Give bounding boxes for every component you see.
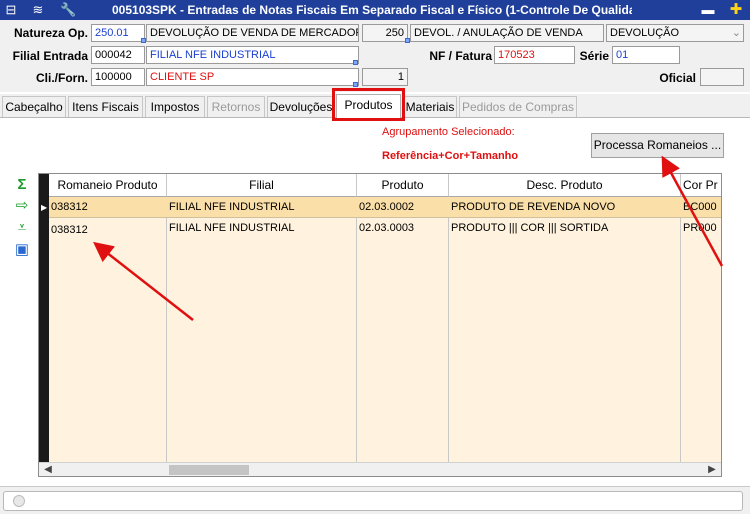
col-header-romaneio[interactable]: Romaneio Produto bbox=[49, 174, 167, 197]
cell-desc-produto: PRODUTO ||| COR ||| SORTIDA bbox=[451, 222, 609, 234]
window-title: 005103SPK - Entradas de Notas Fiscais Em… bbox=[112, 3, 632, 17]
lookup-dot-icon[interactable] bbox=[353, 82, 358, 87]
cell-romaneio: 038312 bbox=[51, 224, 88, 236]
add-icon[interactable]: ✚ bbox=[728, 2, 744, 18]
tab-materiais[interactable]: Materiais bbox=[403, 96, 457, 117]
nf-field[interactable]: 170523 bbox=[494, 46, 575, 64]
cell-desc-produto: PRODUTO DE REVENDA NOVO bbox=[451, 201, 616, 213]
natureza-num-field: 250 bbox=[362, 24, 408, 42]
filial-code-field[interactable]: 000042 bbox=[91, 46, 145, 64]
cell-cor-produto: BC000 bbox=[683, 201, 717, 213]
cell-produto: 02.03.0002 bbox=[359, 201, 415, 213]
lookup-dot-icon[interactable] bbox=[141, 38, 146, 43]
serie-field[interactable]: 01 bbox=[612, 46, 680, 64]
export-icon[interactable]: ⇨ bbox=[13, 197, 31, 215]
lookup-dot-icon[interactable] bbox=[353, 60, 358, 65]
filial-label: Filial Entrada bbox=[12, 49, 88, 63]
table-row[interactable]: 038312 FILIAL NFE INDUSTRIAL 02.03.0002 … bbox=[49, 197, 721, 218]
tab-highlight-box bbox=[332, 88, 405, 121]
status-bar bbox=[0, 486, 750, 514]
cli-num-field: 1 bbox=[362, 68, 408, 86]
status-message-box bbox=[3, 491, 743, 511]
filter-icon[interactable]: ⩡ bbox=[13, 219, 31, 237]
oficial-field[interactable] bbox=[700, 68, 744, 86]
minimize-icon[interactable]: ▬ bbox=[700, 2, 716, 18]
agrupamento-label: Agrupamento Selecionado: bbox=[382, 126, 515, 138]
wrench-icon[interactable]: 🔧 bbox=[60, 2, 76, 18]
agrupamento-value: Referência+Cor+Tamanho bbox=[382, 150, 519, 162]
sum-icon[interactable]: Σ bbox=[13, 176, 31, 194]
tab-pedidos-de-compras: Pedidos de Compras bbox=[459, 96, 577, 117]
filial-name-field[interactable]: FILIAL NFE INDUSTRIAL bbox=[146, 46, 359, 64]
natureza-tipo-select[interactable]: DEVOLUÇÃO ⌄ bbox=[606, 24, 744, 42]
nf-label: NF / Fatura bbox=[429, 49, 492, 63]
processa-romaneios-button[interactable]: Processa Romaneios ... bbox=[591, 133, 724, 158]
natureza-label: Natureza Op. bbox=[13, 26, 88, 40]
scrollbar-thumb[interactable] bbox=[169, 465, 249, 475]
tab-retornos: Retornos bbox=[207, 96, 265, 117]
cell-cor-produto: PR000 bbox=[683, 222, 717, 234]
window-menu-icon[interactable]: ⊟ bbox=[3, 2, 19, 18]
natureza-desc2-field: DEVOL. / ANULAÇÃO DE VENDA bbox=[410, 24, 604, 42]
tab-cabecalho[interactable]: Cabeçalho bbox=[2, 96, 66, 117]
row-indicator-column bbox=[39, 174, 49, 462]
natureza-code-field[interactable]: 250.01 bbox=[91, 24, 145, 42]
cli-name-field[interactable]: CLIENTE SP bbox=[146, 68, 359, 86]
tab-devolucoes[interactable]: Devoluções bbox=[267, 96, 335, 117]
scroll-right-icon[interactable]: ▶ bbox=[705, 463, 719, 476]
header-form: Natureza Op. 250.01 DEVOLUÇÃO DE VENDA D… bbox=[0, 20, 750, 92]
title-bar: ⊟ ≋ 🔧 005103SPK - Entradas de Notas Fisc… bbox=[0, 0, 750, 20]
serie-label: Série bbox=[579, 49, 609, 63]
tab-impostos[interactable]: Impostos bbox=[145, 96, 205, 117]
current-row-icon: ▶ bbox=[41, 203, 48, 212]
chevron-down-icon[interactable]: ⌄ bbox=[732, 25, 741, 41]
horizontal-scrollbar[interactable]: ◀ ▶ bbox=[39, 462, 721, 476]
status-indicator-icon bbox=[13, 495, 25, 507]
tab-itens-fiscais[interactable]: Itens Fiscais bbox=[68, 96, 143, 117]
col-header-cor-produto[interactable]: Cor Pr bbox=[681, 174, 721, 197]
cell-filial: FILIAL NFE INDUSTRIAL bbox=[169, 201, 295, 213]
table-row[interactable]: 038312 FILIAL NFE INDUSTRIAL 02.03.0003 … bbox=[49, 218, 721, 239]
col-header-desc-produto[interactable]: Desc. Produto bbox=[449, 174, 681, 197]
cell-romaneio: 038312 bbox=[51, 201, 88, 213]
cli-code-field[interactable]: 100000 bbox=[91, 68, 145, 86]
natureza-desc-field: DEVOLUÇÃO DE VENDA DE MERCADORIA bbox=[146, 24, 359, 42]
cell-produto: 02.03.0003 bbox=[359, 222, 415, 234]
col-header-filial[interactable]: Filial bbox=[167, 174, 357, 197]
cell-filial: FILIAL NFE INDUSTRIAL bbox=[169, 222, 295, 234]
scroll-left-icon[interactable]: ◀ bbox=[41, 463, 55, 476]
stack-icon[interactable]: ≋ bbox=[30, 2, 46, 18]
natureza-tipo-value: DEVOLUÇÃO bbox=[610, 27, 680, 39]
lookup-dot-icon[interactable] bbox=[405, 38, 410, 43]
produtos-grid: Romaneio Produto Filial Produto Desc. Pr… bbox=[38, 173, 722, 477]
image-icon[interactable]: ▣ bbox=[13, 241, 31, 259]
col-header-produto[interactable]: Produto bbox=[357, 174, 449, 197]
oficial-label: Oficial bbox=[659, 71, 696, 85]
cli-label: Cli./Forn. bbox=[36, 71, 88, 85]
